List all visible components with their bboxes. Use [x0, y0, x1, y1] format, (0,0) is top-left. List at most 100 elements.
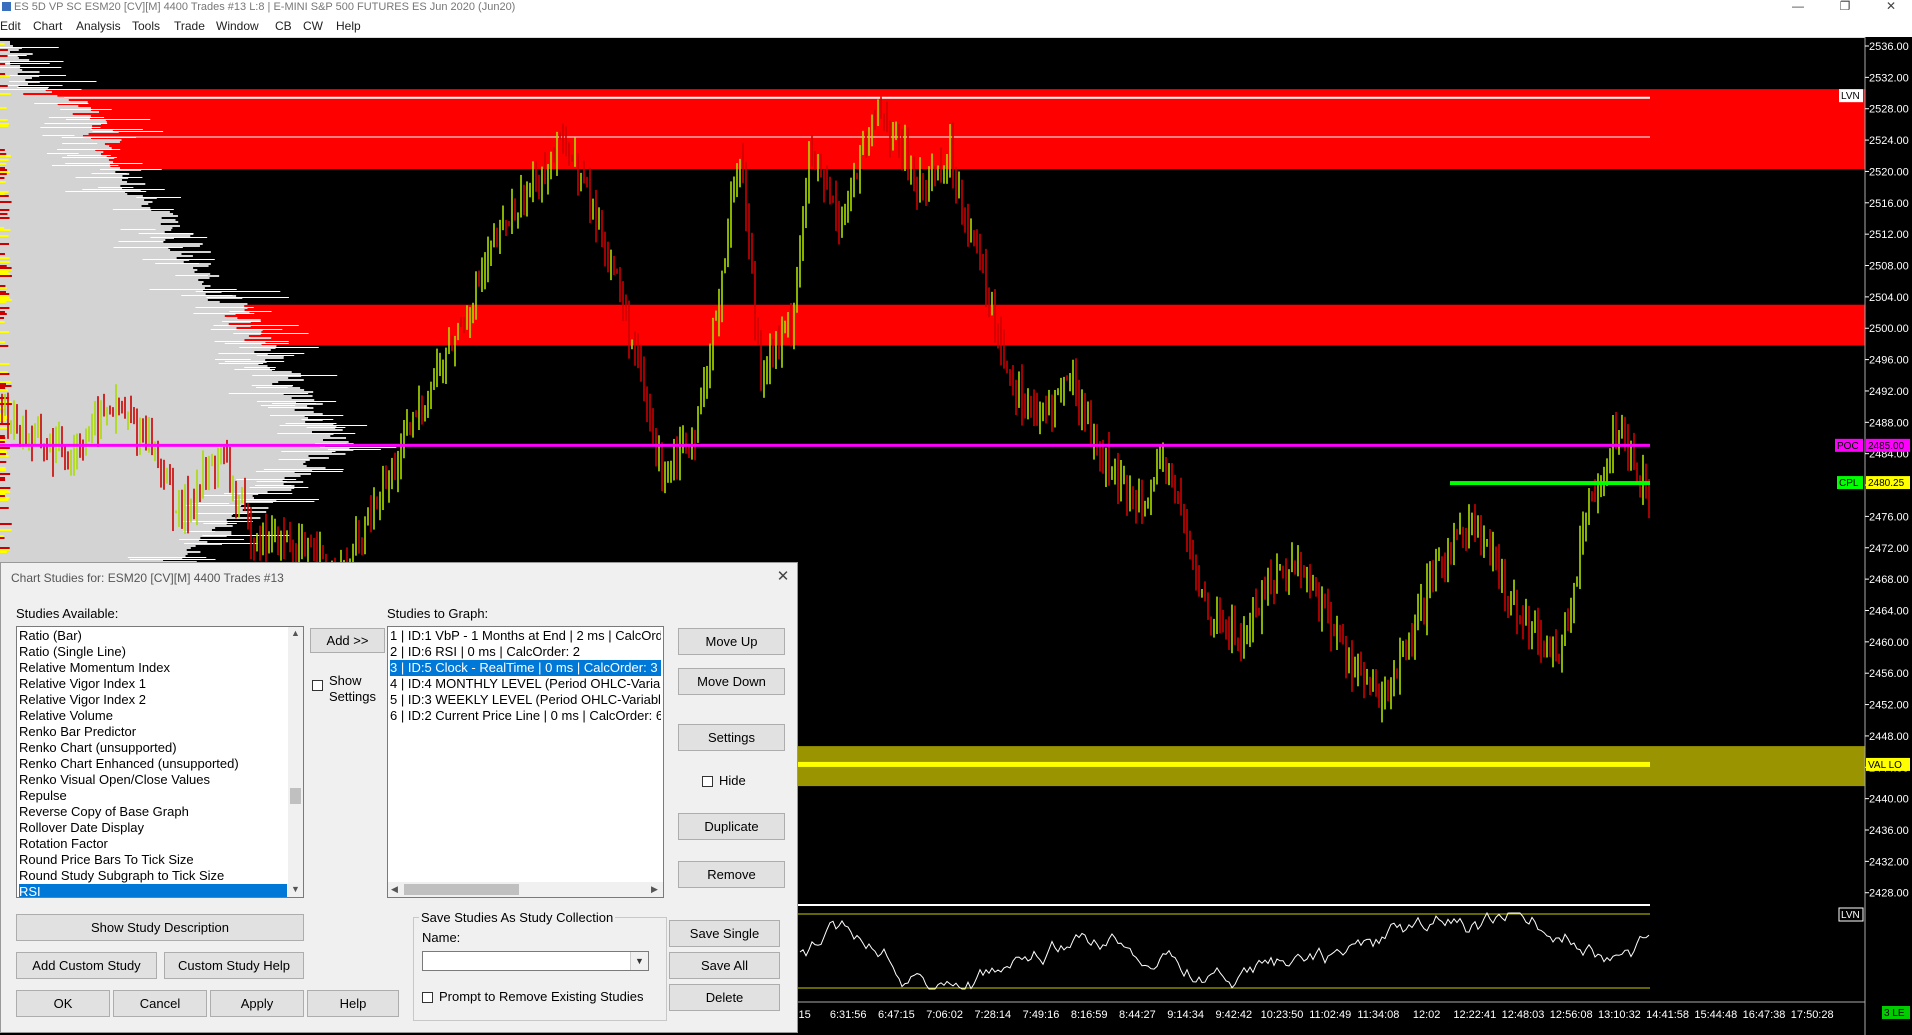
- available-list-scrollbar[interactable]: ▲ ▼: [288, 627, 303, 897]
- volume-profile-highlight: [222, 321, 261, 322]
- volume-profile-highlight: [277, 433, 356, 434]
- studies-to-graph-list[interactable]: ◀ ▶ 1 | ID:1 VbP - 1 Months at End | 2 m…: [387, 626, 664, 898]
- available-study-item[interactable]: Rollover Date Display: [19, 820, 287, 836]
- hscrollbar-thumb[interactable]: [404, 884, 519, 895]
- graph-study-item[interactable]: 5 | ID:3 WEEKLY LEVEL (Period OHLC-Varia…: [390, 692, 661, 708]
- ok-button[interactable]: OK: [16, 990, 110, 1017]
- available-study-item[interactable]: Renko Visual Open/Close Values: [19, 772, 287, 788]
- menu-analysis[interactable]: Analysis: [76, 19, 121, 33]
- volume-profile-edge: [0, 383, 6, 385]
- available-study-item[interactable]: Relative Vigor Index 2: [19, 692, 287, 708]
- menu-window[interactable]: Window: [216, 19, 259, 33]
- available-study-item[interactable]: RSI: [19, 884, 287, 897]
- prompt-remove-checkbox[interactable]: [422, 992, 433, 1003]
- volume-profile-bar: [0, 235, 191, 237]
- rsi-lvn-tag: LVN: [1841, 910, 1860, 921]
- volume-profile-bar: [0, 417, 309, 419]
- graph-study-item[interactable]: 2 | ID:6 RSI | 0 ms | CalcOrder: 2: [390, 644, 661, 660]
- menu-edit[interactable]: Edit: [0, 19, 21, 33]
- price-tick-label: 2524.00: [1869, 135, 1909, 147]
- graph-study-item[interactable]: 4 | ID:4 MONTHLY LEVEL (Period OHLC-Vari…: [390, 676, 661, 692]
- volume-profile-edge: [0, 441, 5, 443]
- available-study-item[interactable]: Relative Momentum Index: [19, 660, 287, 676]
- scroll-left-icon[interactable]: ◀: [391, 884, 398, 895]
- volume-profile-bar: [0, 555, 186, 557]
- available-study-item[interactable]: Ratio (Single Line): [19, 644, 287, 660]
- cancel-button[interactable]: Cancel: [113, 990, 207, 1017]
- graph-study-item[interactable]: 1 | ID:1 VbP - 1 Months at End | 2 ms | …: [390, 628, 661, 644]
- custom-study-help-button[interactable]: Custom Study Help: [164, 952, 304, 979]
- menu-chart[interactable]: Chart: [33, 19, 62, 33]
- time-tick-label: 13:10:32: [1598, 1009, 1641, 1021]
- volume-profile-bar: [0, 395, 313, 397]
- move-up-button[interactable]: Move Up: [678, 628, 785, 655]
- available-study-item[interactable]: Renko Chart Enhanced (unsupported): [19, 756, 287, 772]
- volume-profile-highlight: [256, 481, 287, 482]
- save-all-button[interactable]: Save All: [669, 952, 780, 979]
- show-settings-checkbox[interactable]: [312, 680, 323, 691]
- volume-profile-bar: [0, 401, 297, 403]
- volume-profile-bar: [0, 183, 146, 185]
- graph-study-item[interactable]: 3 | ID:5 Clock - RealTime | 0 ms | CalcO…: [390, 660, 661, 676]
- scroll-right-icon[interactable]: ▶: [651, 884, 658, 895]
- volume-profile-edge: [0, 301, 7, 303]
- available-study-item[interactable]: Ratio (Bar): [19, 628, 287, 644]
- dialog-close-button[interactable]: ✕: [773, 567, 793, 585]
- chart-studies-dialog: Chart Studies for: ESM20 [CV][M] 4400 Tr…: [0, 562, 798, 1033]
- volume-profile-bar: [0, 519, 227, 521]
- close-window-button[interactable]: ✕: [1871, 0, 1911, 15]
- volume-profile-edge: [0, 55, 8, 57]
- volume-profile-highlight: [155, 263, 199, 264]
- volume-profile-highlight: [233, 333, 309, 334]
- chevron-down-icon[interactable]: ▼: [630, 952, 648, 970]
- settings-button[interactable]: Settings: [678, 724, 785, 751]
- time-tick-label: 11:02:49: [1309, 1009, 1351, 1021]
- add-study-button[interactable]: Add >>: [310, 628, 385, 653]
- available-study-item[interactable]: Reverse Copy of Base Graph: [19, 804, 287, 820]
- available-study-item[interactable]: Renko Chart (unsupported): [19, 740, 287, 756]
- available-study-item[interactable]: Relative Volume: [19, 708, 287, 724]
- graph-study-item[interactable]: 6 | ID:2 Current Price Line | 0 ms | Cal…: [390, 708, 661, 724]
- volume-profile-edge: [0, 171, 11, 173]
- help-button[interactable]: Help: [307, 990, 399, 1017]
- name-combobox[interactable]: ▼: [422, 951, 649, 971]
- menu-help[interactable]: Help: [336, 19, 361, 33]
- volume-profile-edge: [0, 153, 7, 155]
- apply-button[interactable]: Apply: [210, 990, 304, 1017]
- hide-checkbox[interactable]: [702, 776, 713, 787]
- menu-trade[interactable]: Trade: [174, 19, 205, 33]
- volume-profile-bar: [0, 423, 334, 425]
- available-study-item[interactable]: Round Study Subgraph to Tick Size: [19, 868, 287, 884]
- volume-profile-edge: [0, 75, 10, 77]
- save-single-button[interactable]: Save Single: [669, 920, 780, 947]
- volume-profile-highlight: [234, 369, 275, 370]
- scroll-up-icon[interactable]: ▲: [291, 628, 300, 638]
- scrollbar-thumb[interactable]: [290, 788, 301, 804]
- volume-profile-bar: [0, 111, 99, 113]
- available-study-item[interactable]: Renko Bar Predictor: [19, 724, 287, 740]
- volume-profile-bar: [0, 523, 227, 525]
- add-custom-study-button[interactable]: Add Custom Study: [16, 952, 157, 979]
- remove-button[interactable]: Remove: [678, 861, 785, 888]
- available-study-item[interactable]: Repulse: [19, 788, 287, 804]
- available-study-item[interactable]: Round Price Bars To Tick Size: [19, 852, 287, 868]
- graph-list-hscrollbar[interactable]: ◀ ▶: [388, 882, 663, 897]
- available-study-item[interactable]: Rotation Factor: [19, 836, 287, 852]
- minimize-button[interactable]: —: [1778, 0, 1818, 15]
- show-study-description-button[interactable]: Show Study Description: [16, 914, 304, 941]
- volume-profile-edge: [0, 291, 6, 293]
- duplicate-button[interactable]: Duplicate: [678, 813, 785, 840]
- menu-tools[interactable]: Tools: [132, 19, 160, 33]
- scroll-down-icon[interactable]: ▼: [291, 884, 300, 894]
- volume-profile-edge: [0, 435, 5, 437]
- volume-profile-bar: [0, 83, 28, 85]
- move-down-button[interactable]: Move Down: [678, 668, 785, 695]
- menu-cw[interactable]: CW: [303, 19, 323, 33]
- menu-cb[interactable]: CB: [275, 19, 292, 33]
- available-study-item[interactable]: Relative Vigor Index 1: [19, 676, 287, 692]
- restore-button[interactable]: ❐: [1825, 0, 1865, 15]
- delete-button[interactable]: Delete: [669, 984, 780, 1011]
- studies-available-list[interactable]: ▲ ▼ Ratio (Bar) Ratio (Single Line) Relati…: [16, 626, 304, 898]
- volume-profile-bar: [0, 371, 292, 373]
- volume-profile-bar: [0, 457, 329, 459]
